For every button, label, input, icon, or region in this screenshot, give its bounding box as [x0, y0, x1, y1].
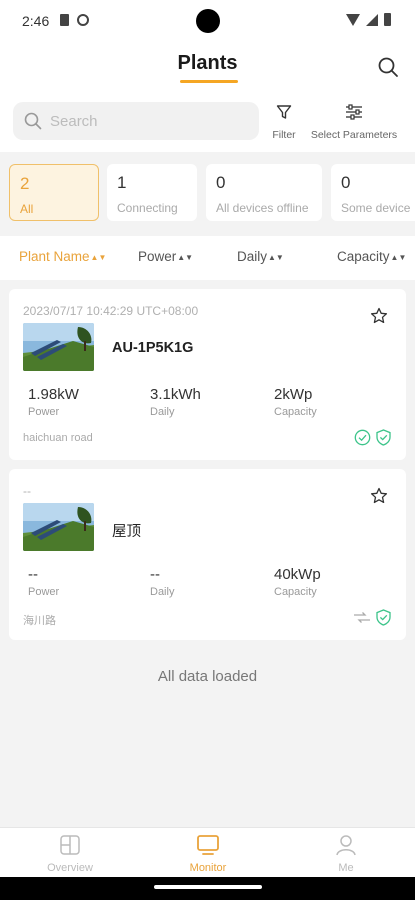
- search-icon[interactable]: [377, 56, 399, 78]
- status-tab-connecting[interactable]: 1 Connecting: [107, 164, 197, 221]
- capacity-value: 40kWp: [274, 566, 321, 583]
- power-value: 1.98kW: [28, 386, 79, 403]
- monitor-icon: [197, 835, 219, 855]
- power-metric: 1.98kW Power: [28, 386, 79, 418]
- status-count: 0: [216, 173, 226, 192]
- sort-label: Capacity: [337, 249, 390, 264]
- favorite-star-icon[interactable]: [370, 487, 388, 505]
- filter-icon: [276, 105, 292, 119]
- plant-thumbnail: [23, 503, 94, 551]
- search-box[interactable]: [13, 102, 259, 140]
- daily-value: 3.1kWh: [150, 386, 201, 403]
- daily-metric: 3.1kWh Daily: [150, 386, 201, 418]
- capacity-metric: 2kWp Capacity: [274, 386, 317, 418]
- power-metric: -- Power: [28, 566, 59, 598]
- nav-me[interactable]: Me: [306, 834, 386, 874]
- home-gesture-handle[interactable]: [154, 885, 262, 889]
- sliders-icon: [346, 104, 362, 120]
- sort-label: Power: [138, 249, 177, 264]
- page-title: Plants: [177, 52, 238, 74]
- status-count: 1: [117, 173, 127, 192]
- daily-label: Daily: [150, 586, 175, 598]
- plant-timestamp: --: [23, 484, 31, 498]
- daily-metric: -- Daily: [150, 566, 174, 598]
- online-check-icon: [354, 429, 371, 446]
- sim-card-icon: [60, 14, 69, 26]
- sort-arrows-icon: ▲▼: [90, 252, 107, 262]
- nav-label: Me: [338, 862, 354, 874]
- all-data-loaded-text: All data loaded: [157, 668, 258, 685]
- status-label: All: [20, 202, 34, 216]
- camera-cutout: [196, 9, 220, 33]
- nav-label: Overview: [47, 862, 93, 874]
- plant-timestamp: 2023/07/17 10:42:29 UTC+08:00: [23, 304, 199, 318]
- plant-address: haichuan road: [23, 432, 93, 444]
- favorite-star-icon[interactable]: [370, 307, 388, 325]
- shield-check-icon: [376, 429, 391, 446]
- power-label: Power: [28, 406, 60, 418]
- sort-bar: Plant Name▲▼ Power▲▼ Daily▲▼ Capacity▲▼: [0, 236, 415, 280]
- search-icon: [24, 112, 42, 130]
- disconnected-link-icon: [354, 612, 370, 623]
- capacity-label: Capacity: [274, 406, 317, 418]
- sort-arrows-icon: ▲▼: [268, 252, 284, 262]
- plant-thumbnail: [23, 323, 94, 371]
- capacity-metric: 40kWp Capacity: [274, 566, 321, 598]
- bottom-nav: Overview Monitor Me: [0, 827, 415, 877]
- system-gesture-bar: [0, 877, 415, 900]
- sort-power[interactable]: Power▲▼: [138, 249, 193, 264]
- shield-check-icon: [376, 609, 391, 626]
- daily-value: --: [150, 566, 160, 583]
- nav-monitor[interactable]: Monitor: [168, 834, 248, 874]
- status-filter-tabs: 2 All 1 Connecting 0 All devices offline…: [0, 152, 415, 236]
- app-header: Plants: [0, 42, 415, 94]
- plant-name: 屋顶: [112, 524, 141, 540]
- select-parameters-button[interactable]: Select Parameters: [306, 104, 402, 144]
- status-label: All devices offline: [216, 201, 309, 215]
- sort-arrows-icon: ▲▼: [390, 252, 407, 262]
- sort-capacity[interactable]: Capacity▲▼: [337, 249, 406, 264]
- title-underline: [180, 80, 238, 83]
- battery-icon: [384, 13, 391, 26]
- vpn-icon: [77, 14, 89, 26]
- wifi-icon: [346, 13, 360, 26]
- status-label: Connecting: [117, 201, 178, 215]
- status-label: Some device: [341, 201, 411, 215]
- search-toolbar: Filter Select Parameters: [0, 94, 415, 152]
- overview-icon: [60, 835, 80, 855]
- status-tab-some-offline[interactable]: 0 Some device: [331, 164, 415, 221]
- status-count: 2: [20, 174, 30, 193]
- daily-label: Daily: [150, 406, 175, 418]
- power-value: --: [28, 566, 38, 583]
- status-tab-all-offline[interactable]: 0 All devices offline: [206, 164, 322, 221]
- filter-label: Filter: [272, 129, 296, 141]
- plant-name: AU-1P5K1G: [112, 340, 194, 356]
- sort-label: Daily: [237, 249, 268, 264]
- plant-address: 海川路: [23, 615, 56, 627]
- sort-arrows-icon: ▲▼: [177, 252, 194, 262]
- status-bar: 2:46: [0, 0, 415, 42]
- signal-icon: [366, 13, 378, 26]
- filter-button[interactable]: Filter: [268, 104, 300, 144]
- search-input[interactable]: [50, 102, 250, 140]
- nav-overview[interactable]: Overview: [30, 834, 110, 874]
- plant-card[interactable]: 2023/07/17 10:42:29 UTC+08:00 AU-1P5K1G …: [9, 289, 406, 460]
- person-icon: [336, 835, 356, 856]
- plant-status-icons: [354, 429, 392, 446]
- status-count: 0: [341, 173, 351, 192]
- capacity-value: 2kWp: [274, 386, 313, 403]
- sort-plant-name[interactable]: Plant Name▲▼: [19, 249, 106, 264]
- select-parameters-label: Select Parameters: [310, 129, 398, 141]
- nav-label: Monitor: [189, 862, 227, 874]
- status-tab-all[interactable]: 2 All: [9, 164, 99, 221]
- plant-card[interactable]: -- 屋顶 -- Power -- Daily 40kWp Capacity 海…: [9, 469, 406, 640]
- sort-daily[interactable]: Daily▲▼: [237, 249, 284, 264]
- capacity-label: Capacity: [274, 586, 317, 598]
- power-label: Power: [28, 586, 60, 598]
- status-time: 2:46: [22, 13, 50, 29]
- sort-label: Plant Name: [19, 249, 90, 264]
- plant-status-icons: [353, 609, 392, 626]
